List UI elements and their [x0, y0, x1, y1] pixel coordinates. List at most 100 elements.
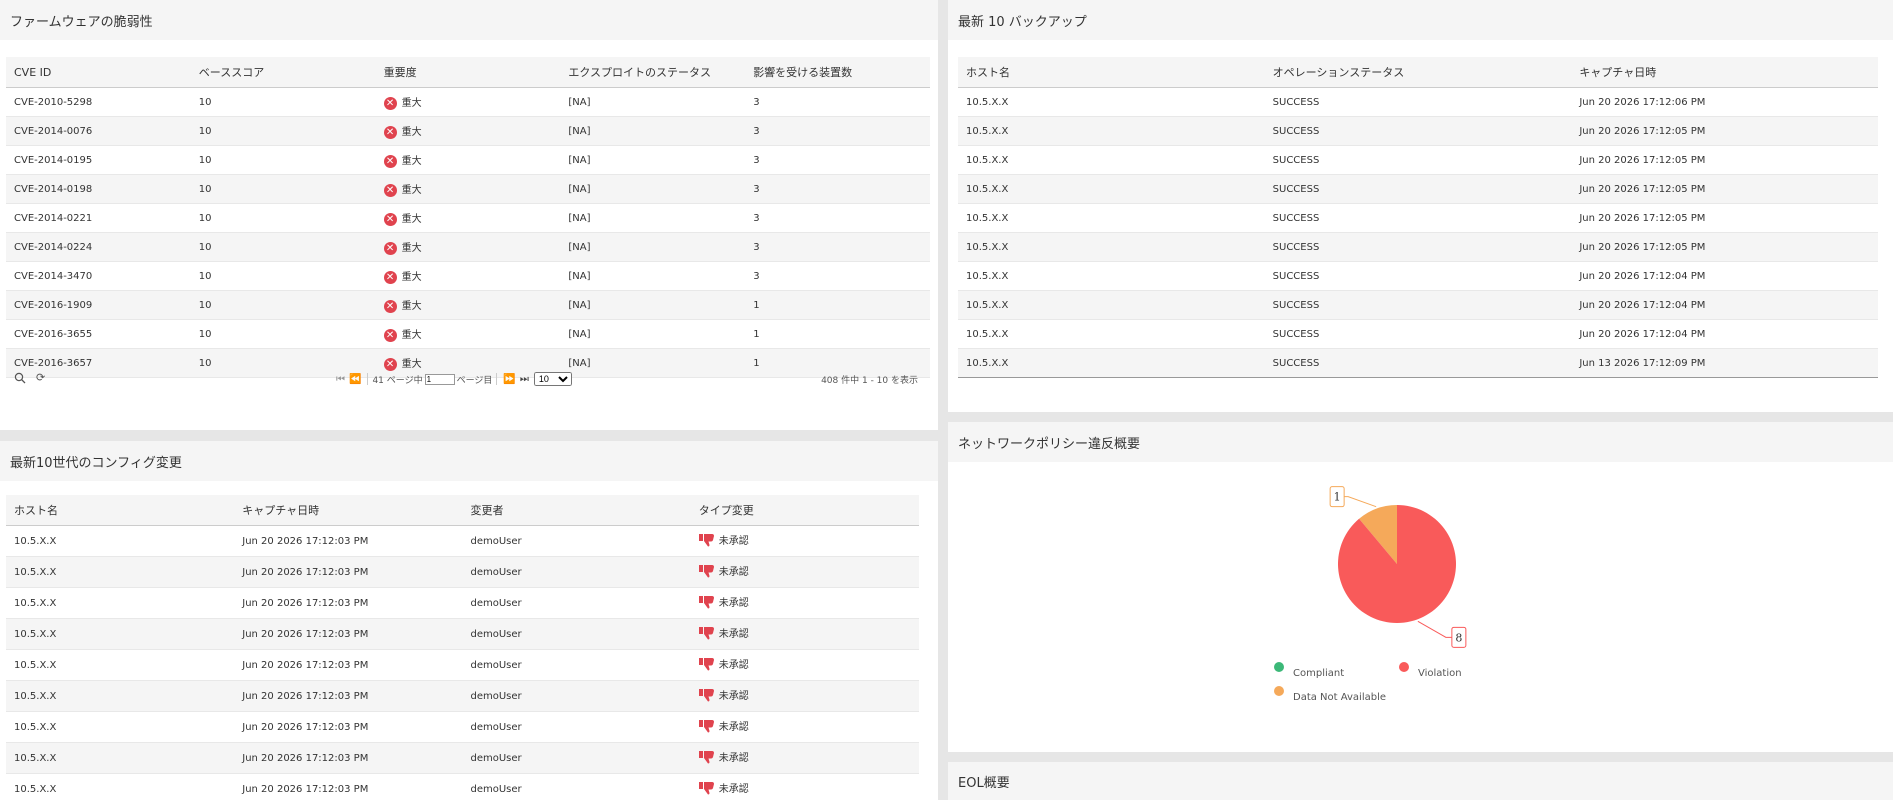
prev-page-icon[interactable]: ⏪: [349, 374, 361, 385]
host-cell[interactable]: 10.5.X.X: [6, 618, 235, 650]
next-page-icon[interactable]: ⏩: [503, 374, 515, 385]
column-header[interactable]: 影響を受ける装置数: [745, 57, 930, 88]
table-row[interactable]: CVE-2014-0076 10 ✕ 重大 [NA] 3: [6, 116, 930, 146]
column-header[interactable]: ホスト名: [6, 495, 235, 526]
table-row[interactable]: CVE-2014-0198 10 ✕ 重大 [NA] 3: [6, 174, 930, 204]
operation-status-cell: SUCCESS: [1264, 145, 1572, 175]
host-cell[interactable]: 10.5.X.X: [6, 556, 235, 588]
table-row[interactable]: 10.5.X.X Jun 20 2026 17:12:03 PM demoUser 未…: [6, 556, 919, 588]
table-row[interactable]: CVE-2016-1909 10 ✕ 重大 [NA] 1: [6, 290, 930, 320]
host-cell[interactable]: 10.5.X.X: [958, 174, 1265, 204]
table-row[interactable]: 10.5.X.X Jun 20 2026 17:12:03 PM demoUser 未…: [6, 742, 919, 774]
table-row[interactable]: 10.5.X.X SUCCESS Jun 13 2026 17:12:09 PM: [958, 348, 1878, 378]
capture-time-cell: Jun 20 2026 17:12:03 PM: [234, 742, 463, 774]
host-cell[interactable]: 10.5.X.X: [958, 319, 1265, 349]
column-header[interactable]: ベーススコア: [190, 57, 376, 88]
host-cell[interactable]: 10.5.X.X: [958, 203, 1265, 233]
table-row[interactable]: 10.5.X.X Jun 20 2026 17:12:03 PM demoUser 未…: [6, 711, 919, 743]
column-header[interactable]: キャプチャ日時: [234, 495, 463, 526]
table-row[interactable]: 10.5.X.X Jun 20 2026 17:12:03 PM demoUser 未…: [6, 618, 919, 650]
table-row[interactable]: 10.5.X.X SUCCESS Jun 20 2026 17:12:05 PM: [958, 116, 1878, 146]
host-cell[interactable]: 10.5.X.X: [6, 773, 235, 800]
search-icon[interactable]: [14, 372, 28, 386]
cve-id-cell[interactable]: CVE-2014-0195: [6, 145, 191, 175]
host-cell[interactable]: 10.5.X.X: [958, 261, 1265, 291]
host-cell[interactable]: 10.5.X.X: [6, 525, 235, 557]
capture-time-cell: Jun 20 2026 17:12:04 PM: [1571, 261, 1878, 291]
host-cell[interactable]: 10.5.X.X: [6, 711, 235, 743]
cve-id-cell[interactable]: CVE-2014-0076: [6, 116, 191, 146]
legend-data-not-available[interactable]: Data Not Available: [1293, 692, 1386, 703]
capture-time-cell: Jun 20 2026 17:12:05 PM: [1571, 174, 1878, 204]
exploit-status-cell: [NA]: [560, 87, 746, 117]
table-row[interactable]: 10.5.X.X SUCCESS Jun 20 2026 17:12:05 PM: [958, 174, 1878, 204]
host-cell[interactable]: 10.5.X.X: [958, 87, 1265, 117]
column-header[interactable]: 重要度: [375, 57, 561, 88]
cve-id-cell[interactable]: CVE-2014-0224: [6, 232, 191, 262]
column-header[interactable]: ホスト名: [958, 57, 1265, 88]
operation-status-cell: SUCCESS: [1264, 203, 1572, 233]
change-type-cell: 未承認: [690, 525, 919, 557]
host-cell[interactable]: 10.5.X.X: [6, 680, 235, 712]
host-cell[interactable]: 10.5.X.X: [6, 649, 235, 681]
legend-violation[interactable]: Violation: [1418, 668, 1462, 679]
table-row[interactable]: 10.5.X.X SUCCESS Jun 20 2026 17:12:05 PM: [958, 145, 1878, 175]
table-row[interactable]: CVE-2014-3470 10 ✕ 重大 [NA] 3: [6, 261, 930, 291]
table-row[interactable]: 10.5.X.X Jun 20 2026 17:12:03 PM demoUser 未…: [6, 587, 919, 619]
host-cell[interactable]: 10.5.X.X: [958, 145, 1265, 175]
cve-id-cell[interactable]: CVE-2014-0221: [6, 203, 191, 233]
last-page-icon[interactable]: ⏭: [520, 374, 529, 385]
table-row[interactable]: CVE-2014-0221 10 ✕ 重大 [NA] 3: [6, 203, 930, 233]
cve-id-cell[interactable]: CVE-2010-5298: [6, 87, 191, 117]
firmware-table: CVE ID ベーススコア 重要度 エクスプロイトのステータス 影響を受ける装置数 CV…: [6, 57, 930, 378]
table-row[interactable]: 10.5.X.X SUCCESS Jun 20 2026 17:12:06 PM: [958, 87, 1878, 117]
table-row[interactable]: 10.5.X.X Jun 20 2026 17:12:03 PM demoUser 未…: [6, 525, 919, 557]
refresh-icon[interactable]: ⟳: [36, 372, 50, 386]
host-cell[interactable]: 10.5.X.X: [958, 290, 1265, 320]
panel-title: ファームウェアの脆弱性: [0, 0, 938, 40]
table-row[interactable]: 10.5.X.X Jun 20 2026 17:12:03 PM demoUser 未…: [6, 649, 919, 681]
cve-id-cell[interactable]: CVE-2014-3470: [6, 261, 191, 291]
page-number-input[interactable]: [424, 373, 455, 385]
operation-status-cell: SUCCESS: [1264, 319, 1572, 349]
table-row[interactable]: 10.5.X.X SUCCESS Jun 20 2026 17:12:05 PM: [958, 203, 1878, 233]
changed-by-cell: demoUser: [462, 587, 691, 619]
column-header[interactable]: 変更者: [462, 495, 691, 526]
host-cell[interactable]: 10.5.X.X: [6, 742, 235, 774]
capture-time-cell: Jun 20 2026 17:12:04 PM: [1571, 290, 1878, 320]
column-header[interactable]: タイプ変更: [690, 495, 919, 526]
table-row[interactable]: 10.5.X.X Jun 20 2026 17:12:03 PM demoUser 未…: [6, 680, 919, 712]
critical-icon: ✕: [383, 270, 397, 284]
table-row[interactable]: CVE-2014-0224 10 ✕ 重大 [NA] 3: [6, 232, 930, 262]
table-row[interactable]: CVE-2014-0195 10 ✕ 重大 [NA] 3: [6, 145, 930, 175]
host-cell[interactable]: 10.5.X.X: [6, 587, 235, 619]
first-page-icon[interactable]: ⏮: [336, 374, 345, 385]
capture-time-cell: Jun 20 2026 17:12:05 PM: [1571, 145, 1878, 175]
legend-compliant[interactable]: Compliant: [1293, 668, 1344, 679]
page-size-select[interactable]: 10: [533, 372, 572, 386]
cve-id-cell[interactable]: CVE-2014-0198: [6, 174, 191, 204]
panel-title: 最新 10 バックアップ: [948, 0, 1893, 40]
cve-id-cell[interactable]: CVE-2016-1909: [6, 290, 191, 320]
table-row[interactable]: 10.5.X.X Jun 20 2026 17:12:03 PM demoUser 未…: [6, 773, 919, 800]
column-header[interactable]: エクスプロイトのステータス: [560, 57, 746, 88]
host-cell[interactable]: 10.5.X.X: [958, 116, 1265, 146]
column-header[interactable]: オペレーションステータス: [1264, 57, 1572, 88]
base-score-cell: 10: [190, 203, 376, 233]
table-row[interactable]: 10.5.X.X SUCCESS Jun 20 2026 17:12:04 PM: [958, 261, 1878, 291]
table-row[interactable]: 10.5.X.X SUCCESS Jun 20 2026 17:12:04 PM: [958, 290, 1878, 320]
column-header[interactable]: CVE ID: [6, 57, 191, 88]
cve-id-cell[interactable]: CVE-2016-3655: [6, 319, 191, 349]
table-row[interactable]: 10.5.X.X SUCCESS Jun 20 2026 17:12:05 PM: [958, 232, 1878, 262]
host-cell[interactable]: 10.5.X.X: [958, 232, 1265, 262]
table-row[interactable]: 10.5.X.X SUCCESS Jun 20 2026 17:12:04 PM: [958, 319, 1878, 349]
severity-cell: ✕ 重大: [375, 174, 561, 204]
capture-time-cell: Jun 20 2026 17:12:03 PM: [234, 680, 463, 712]
base-score-cell: 10: [190, 174, 376, 204]
table-row[interactable]: CVE-2010-5298 10 ✕ 重大 [NA] 3: [6, 87, 930, 117]
host-cell[interactable]: 10.5.X.X: [958, 348, 1265, 378]
pie-slice-violation[interactable]: [1338, 505, 1456, 623]
table-row[interactable]: CVE-2016-3655 10 ✕ 重大 [NA] 1: [6, 319, 930, 349]
legend-violation-dot: [1399, 662, 1409, 672]
column-header[interactable]: キャプチャ日時: [1571, 57, 1878, 88]
